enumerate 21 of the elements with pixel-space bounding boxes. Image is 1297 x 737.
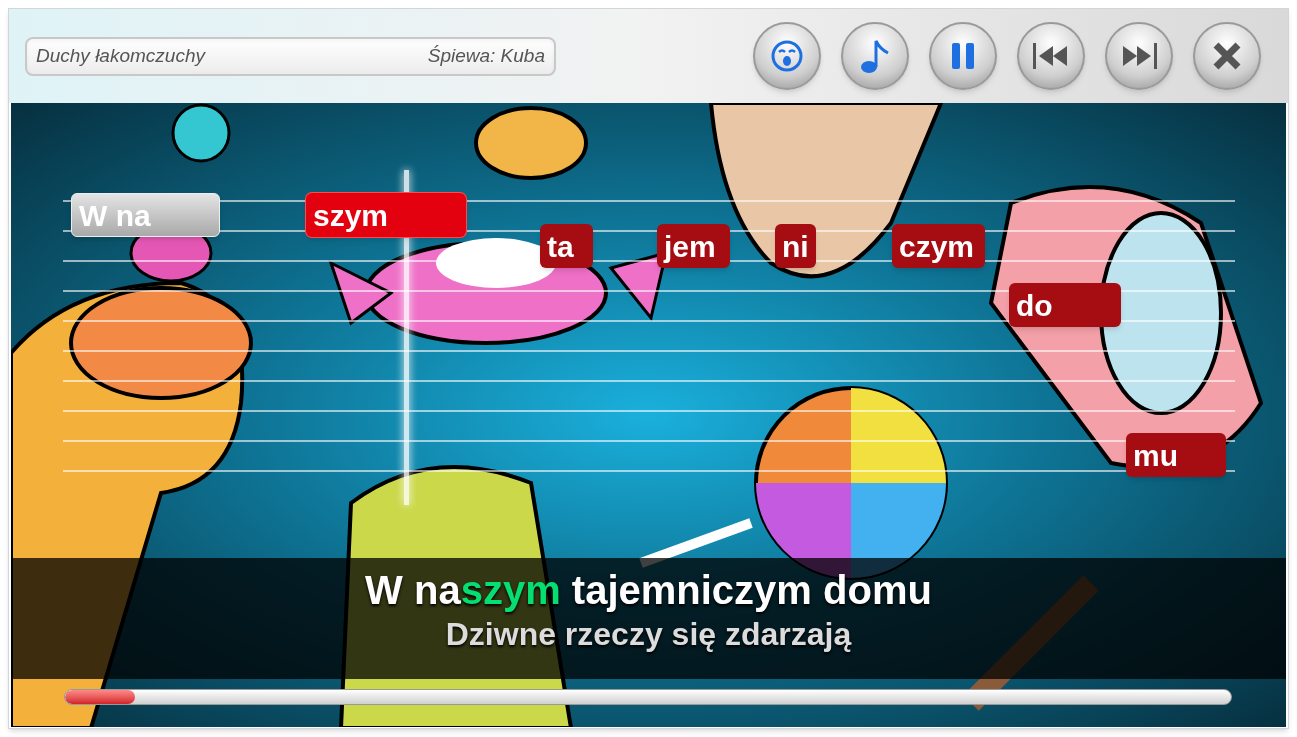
syllable-note: jem: [657, 224, 730, 268]
singer-label: Śpiewa: Kuba: [427, 43, 545, 68]
vocal-toggle-button[interactable]: [753, 22, 821, 90]
next-lyric-line: Dziwne rzeczy się zdarzają: [445, 615, 852, 654]
syllable-note: ta: [540, 224, 593, 268]
syllable-note: ni: [775, 224, 816, 268]
current-lyric-line: W naszym tajemniczym domu: [365, 567, 932, 614]
syllable-note: do: [1009, 283, 1121, 327]
syllable-note: szym: [306, 193, 466, 237]
pause-button[interactable]: [929, 22, 997, 90]
music-button[interactable]: [841, 22, 909, 90]
song-title: Duchy łakomczuchy: [36, 43, 205, 68]
pause-icon: [950, 41, 976, 71]
singing-face-icon: [770, 39, 804, 73]
close-button[interactable]: [1193, 22, 1261, 90]
next-button[interactable]: [1105, 22, 1173, 90]
previous-button[interactable]: [1017, 22, 1085, 90]
close-icon: [1212, 41, 1242, 71]
syllable-note: W na: [71, 193, 220, 237]
syllable-note: czym: [892, 224, 985, 268]
syllable-note: mu: [1126, 433, 1226, 477]
